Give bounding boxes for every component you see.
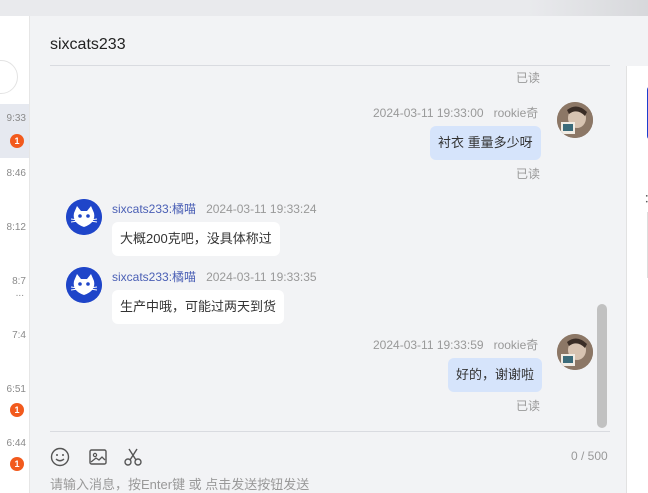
conversation-time: 6:51 [6, 384, 26, 395]
conversation-time: 9:33 [6, 113, 26, 124]
conversation-item[interactable]: 8:12 [0, 216, 29, 270]
conversation-time: 8:46 [6, 168, 26, 179]
avatar-photo-icon [557, 102, 593, 138]
message-time: 2024-03-11 19:33:00 [373, 106, 484, 120]
conversation-item[interactable]: 8:7 ... [0, 270, 29, 324]
message-meta: 2024-03-11 19:33:00 rookie奇 [373, 104, 538, 121]
user-avatar[interactable] [557, 334, 593, 370]
message-bubble[interactable]: 大概200克吧，没具体称过 [112, 222, 280, 256]
conversation-item[interactable]: 6:51 1 [0, 378, 29, 432]
conversation-item[interactable]: 8:46 [0, 162, 29, 216]
user-avatar[interactable] [557, 102, 593, 138]
emoji-icon[interactable] [49, 446, 71, 468]
message-sender: rookie奇 [493, 106, 539, 120]
conversation-time: 7:4 [12, 330, 26, 341]
message-meta: sixcats233:橘喵 2024-03-11 19:33:24 [112, 200, 317, 217]
message-scrollbar[interactable] [597, 304, 607, 428]
message-time: 2024-03-11 19:33:35 [206, 270, 317, 284]
unread-badge: 1 [10, 134, 24, 148]
message-bubble[interactable]: 好的，谢谢啦 [448, 358, 543, 392]
message-input[interactable]: 请输入消息，按Enter键 或 点击发送按钮发送 [50, 474, 309, 493]
conversation-time: 8:12 [6, 222, 26, 233]
right-info-panel: ： [626, 66, 648, 493]
conversation-search-input[interactable] [0, 60, 18, 94]
window-top-bar [0, 0, 648, 16]
message-bubble[interactable]: 衬衣 重量多少呀 [430, 126, 541, 160]
unread-badge: 1 [10, 403, 24, 417]
cat-logo-icon [66, 199, 102, 235]
cat-logo-icon [66, 267, 102, 303]
chat-panel: sixcats233 已读 2024-03-11 19:33:00 rookie… [31, 16, 625, 493]
chat-title: sixcats233 [50, 36, 126, 53]
conversation-item[interactable]: 6:44 1 [0, 432, 29, 486]
contact-avatar[interactable] [66, 199, 102, 235]
scissors-icon[interactable] [122, 446, 144, 468]
divider [50, 431, 610, 432]
message-meta: sixcats233:橘喵 2024-03-11 19:33:35 [112, 268, 317, 285]
message-sender: sixcats233:橘喵 [112, 202, 197, 216]
avatar-photo-icon [557, 334, 593, 370]
read-status: 已读 [516, 167, 541, 181]
conversation-item[interactable]: 7:4 [0, 324, 29, 378]
conversation-preview: ... [15, 288, 24, 299]
character-counter: 0 / 500 [571, 449, 608, 463]
message-bubble[interactable]: 生产中哦，可能过两天到货 [112, 290, 285, 324]
message-meta: 2024-03-11 19:33:59 rookie奇 [373, 336, 538, 353]
conversation-list: 9:33 1 8:46 8:12 8:7 ... 7:4 6:51 1 6:44… [0, 16, 30, 493]
image-icon[interactable] [87, 446, 109, 468]
message-list[interactable]: 已读 2024-03-11 19:33:00 rookie奇 衬衣 重量多少呀 … [50, 66, 610, 430]
unread-badge: 1 [10, 457, 24, 471]
read-status: 已读 [516, 71, 541, 85]
conversation-time: 8:7 [12, 276, 26, 287]
message-sender: sixcats233:橘喵 [112, 270, 197, 284]
message-sender: rookie奇 [493, 338, 539, 352]
message-time: 2024-03-11 19:33:59 [373, 338, 484, 352]
message-time: 2024-03-11 19:33:24 [206, 202, 317, 216]
read-status: 已读 [516, 399, 541, 413]
conversation-time: 6:44 [6, 438, 26, 449]
contact-avatar[interactable] [66, 267, 102, 303]
right-panel-label: ： [644, 190, 648, 206]
conversation-item[interactable]: 9:33 1 [0, 104, 29, 158]
